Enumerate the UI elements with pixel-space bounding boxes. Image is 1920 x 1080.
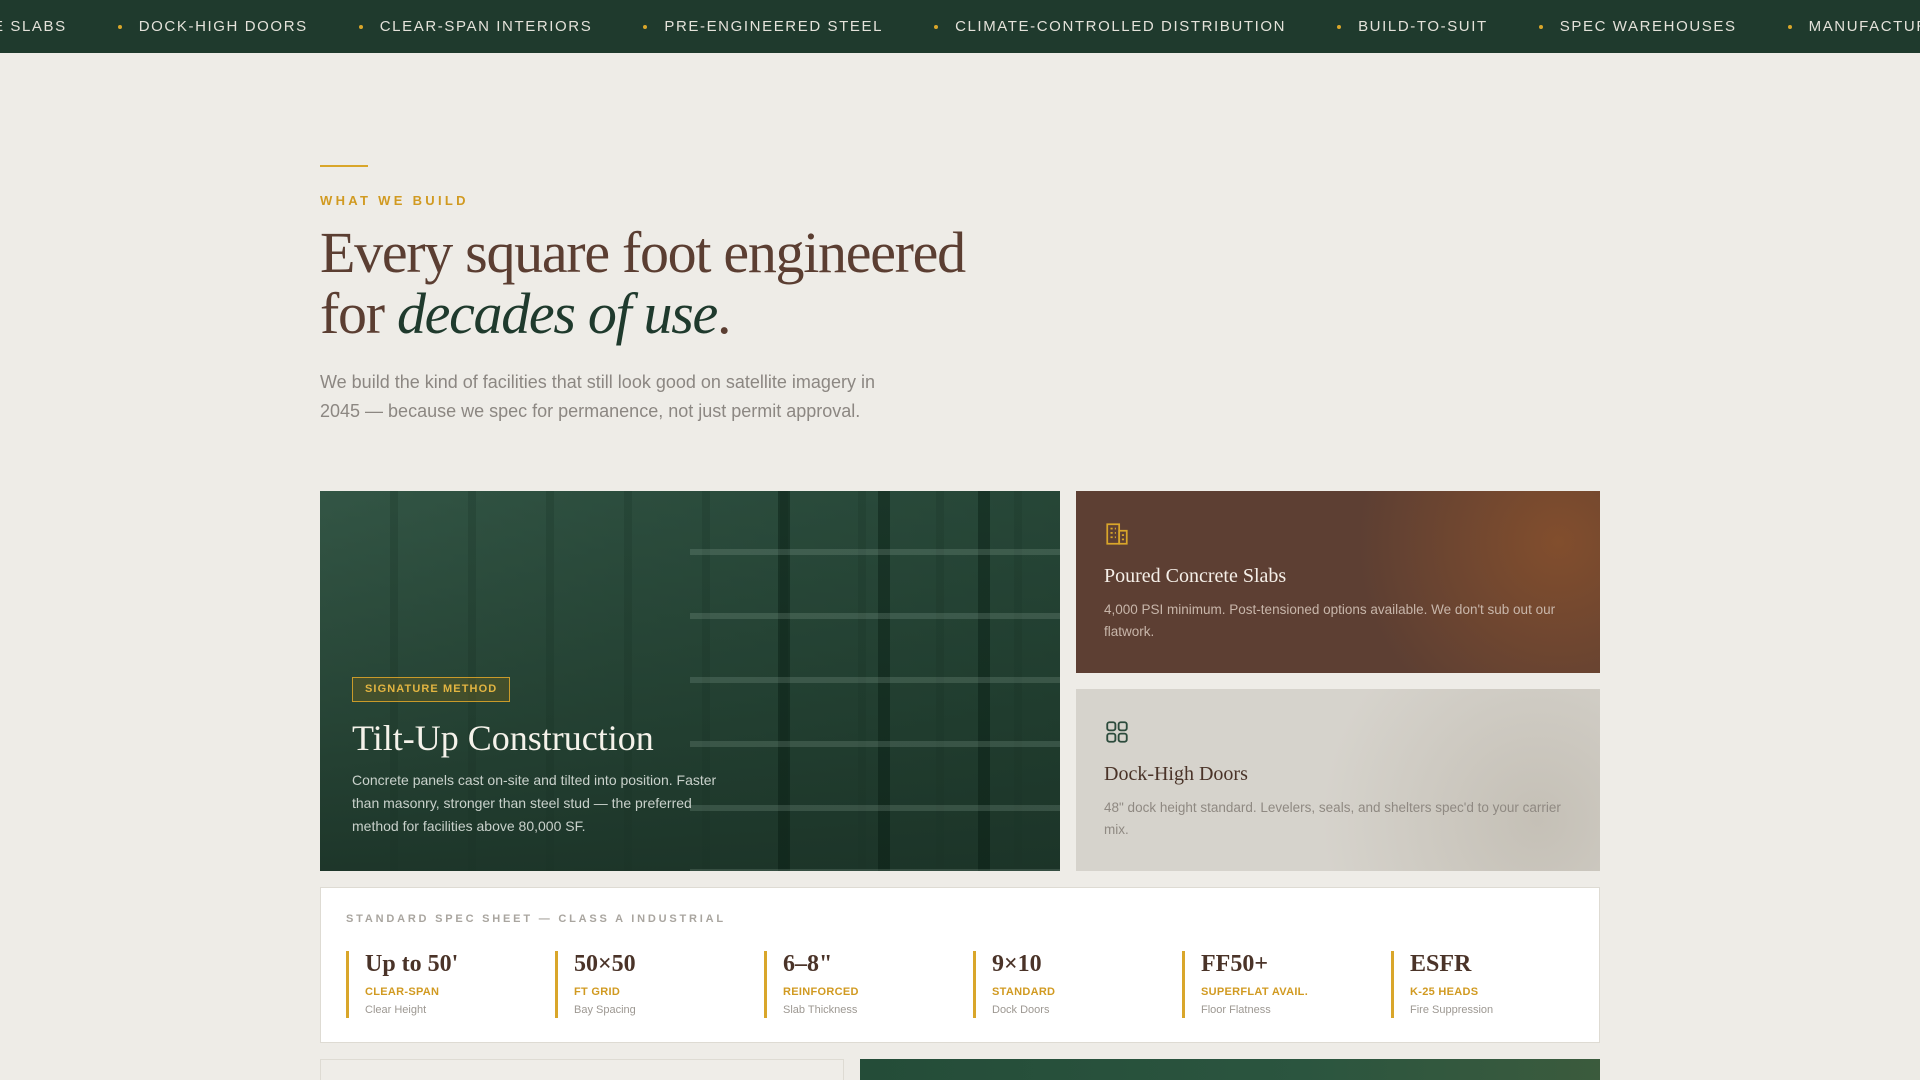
spec-description: Dock Doors bbox=[992, 1004, 1050, 1016]
marquee-item: SPEC WAREHOUSES bbox=[1488, 18, 1737, 35]
spec-value: 50×50 bbox=[574, 951, 636, 977]
spec-subtitle: CLEAR-SPAN bbox=[365, 986, 440, 998]
spec-value: 9×10 bbox=[992, 951, 1042, 977]
bullet-icon bbox=[1337, 24, 1342, 29]
spec-item-dock-doors: 9×10 STANDARD Dock Doors bbox=[973, 951, 1182, 1018]
marquee-item: E SLABS bbox=[0, 18, 67, 35]
section-eyebrow: WHAT WE BUILD bbox=[320, 193, 469, 208]
spec-subtitle: SUPERFLAT AVAIL. bbox=[1201, 986, 1309, 998]
section-headline: Every square foot engineered for decades… bbox=[320, 220, 966, 346]
spec-value: Up to 50' bbox=[365, 951, 459, 977]
spec-description: Floor Flatness bbox=[1201, 1004, 1271, 1016]
spec-item-fire-suppression: ESFR K-25 HEADS Fire Suppression bbox=[1391, 951, 1600, 1018]
marquee-item: CLEAR-SPAN INTERIORS bbox=[308, 18, 593, 35]
spec-value: FF50+ bbox=[1201, 951, 1268, 977]
hero-card-title: Tilt-Up Construction bbox=[352, 718, 654, 758]
spec-description: Bay Spacing bbox=[574, 1004, 636, 1016]
bullet-icon bbox=[117, 24, 122, 29]
accent-divider bbox=[320, 165, 368, 167]
spec-subtitle: REINFORCED bbox=[783, 986, 859, 998]
building-icon bbox=[1106, 523, 1128, 545]
services-marquee: E SLABS DOCK-HIGH DOORS CLEAR-SPAN INTER… bbox=[0, 0, 1920, 53]
spec-subtitle: STANDARD bbox=[992, 986, 1056, 998]
bullet-icon bbox=[1538, 24, 1543, 29]
spec-sheet: STANDARD SPEC SHEET — CLASS A INDUSTRIAL… bbox=[320, 887, 1600, 1043]
marquee-item: PRE-ENGINEERED STEEL bbox=[592, 18, 883, 35]
bullet-icon bbox=[1787, 24, 1792, 29]
spec-row: Up to 50' CLEAR-SPAN Clear Height 50×50 … bbox=[346, 951, 1600, 1018]
spec-description: Clear Height bbox=[365, 1004, 427, 1016]
concrete-slabs-card[interactable]: Poured Concrete Slabs 4,000 PSI minimum.… bbox=[1076, 491, 1600, 673]
hero-card-description: Concrete panels cast on-site and tilted … bbox=[352, 772, 717, 834]
slabs-card-title: Poured Concrete Slabs bbox=[1104, 565, 1287, 587]
headline-emphasis: decades of use bbox=[396, 281, 718, 346]
next-card-right bbox=[860, 1059, 1600, 1080]
headline-period: . bbox=[716, 281, 732, 346]
signature-badge: SIGNATURE METHOD bbox=[352, 677, 511, 702]
headline-for: for bbox=[320, 281, 397, 346]
marquee-item: BUILD-TO-SUIT bbox=[1286, 18, 1488, 35]
doors-card-title: Dock-High Doors bbox=[1104, 763, 1248, 785]
next-card-left bbox=[320, 1059, 844, 1080]
bullet-icon bbox=[358, 24, 363, 29]
section-lead: We build the kind of facilities that sti… bbox=[320, 372, 875, 421]
spec-sheet-label: STANDARD SPEC SHEET — CLASS A INDUSTRIAL bbox=[346, 913, 726, 925]
slabs-card-description: 4,000 PSI minimum. Post-tensioned option… bbox=[1104, 602, 1556, 639]
spec-description: Slab Thickness bbox=[783, 1004, 858, 1016]
bullet-icon bbox=[643, 24, 648, 29]
spec-subtitle: FT GRID bbox=[574, 986, 621, 998]
hero-background-image bbox=[690, 491, 1060, 871]
dock-doors-card[interactable]: Dock-High Doors 48" dock height standard… bbox=[1076, 689, 1600, 871]
tilt-up-card[interactable]: SIGNATURE METHOD Tilt-Up Construction Co… bbox=[320, 491, 1060, 871]
grid-icon bbox=[1106, 721, 1128, 743]
spec-item-slab-thickness: 6–8" REINFORCED Slab Thickness bbox=[764, 951, 973, 1018]
spec-value: ESFR bbox=[1410, 951, 1472, 977]
spec-subtitle: K-25 HEADS bbox=[1410, 986, 1479, 998]
spec-value: 6–8" bbox=[783, 951, 833, 977]
marquee-item: MANUFACTURING FACILITIES bbox=[1737, 18, 1920, 35]
spec-item-floor-flatness: FF50+ SUPERFLAT AVAIL. Floor Flatness bbox=[1182, 951, 1391, 1018]
marquee-item: CLIMATE-CONTROLLED DISTRIBUTION bbox=[883, 18, 1286, 35]
bullet-icon bbox=[934, 24, 939, 29]
spec-item-bay-spacing: 50×50 FT GRID Bay Spacing bbox=[555, 951, 764, 1018]
marquee-item: DOCK-HIGH DOORS bbox=[67, 18, 308, 35]
doors-card-description: 48" dock height standard. Levelers, seal… bbox=[1104, 800, 1561, 837]
marquee-track: E SLABS DOCK-HIGH DOORS CLEAR-SPAN INTER… bbox=[0, 0, 1920, 53]
headline-line-1: Every square foot engineered bbox=[320, 220, 966, 285]
spec-description: Fire Suppression bbox=[1410, 1004, 1494, 1016]
spec-item-clear-height: Up to 50' CLEAR-SPAN Clear Height bbox=[346, 951, 555, 1018]
